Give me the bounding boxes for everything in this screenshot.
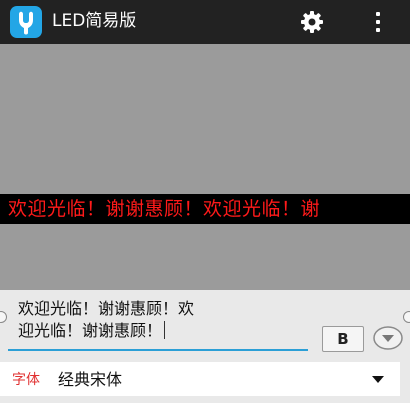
font-selector[interactable]: 字体 经典宋体 bbox=[0, 362, 400, 396]
text-cursor bbox=[164, 321, 166, 339]
gear-icon[interactable] bbox=[300, 10, 324, 34]
overflow-menu-icon[interactable] bbox=[368, 10, 388, 34]
app-title: LED简易版 bbox=[52, 11, 137, 31]
dropdown-arrow-icon bbox=[372, 376, 384, 383]
app-bar: LED简易版 bbox=[0, 0, 410, 44]
led-scroll-text: 欢迎光临！谢谢惠顾！欢迎光临！谢 bbox=[8, 198, 321, 220]
led-strip: 欢迎光临！谢谢惠顾！欢迎光临！谢 bbox=[0, 194, 410, 224]
message-line-2: 迎光临！谢谢惠顾！ bbox=[18, 321, 163, 340]
led-preview-area: 欢迎光临！谢谢惠顾！欢迎光临！谢 bbox=[0, 44, 410, 290]
input-underline bbox=[8, 349, 308, 351]
font-selected-value: 经典宋体 bbox=[58, 370, 123, 389]
message-line-1: 欢迎光临！谢谢惠顾！欢 bbox=[18, 299, 195, 318]
expand-options-button[interactable] bbox=[372, 324, 404, 352]
control-panel: 欢迎光临！谢谢惠顾！欢 迎光临！谢谢惠顾！ B 字体 经典宋体 bbox=[0, 290, 410, 403]
font-label: 字体 bbox=[12, 372, 40, 388]
message-input[interactable]: 欢迎光临！谢谢惠顾！欢 迎光临！谢谢惠顾！ bbox=[18, 298, 298, 342]
chevron-down-icon bbox=[373, 326, 403, 350]
selection-handle-right[interactable] bbox=[403, 311, 410, 323]
selection-handle-left[interactable] bbox=[0, 311, 7, 323]
app-logo-icon bbox=[10, 6, 42, 38]
bold-button[interactable]: B bbox=[322, 326, 364, 352]
